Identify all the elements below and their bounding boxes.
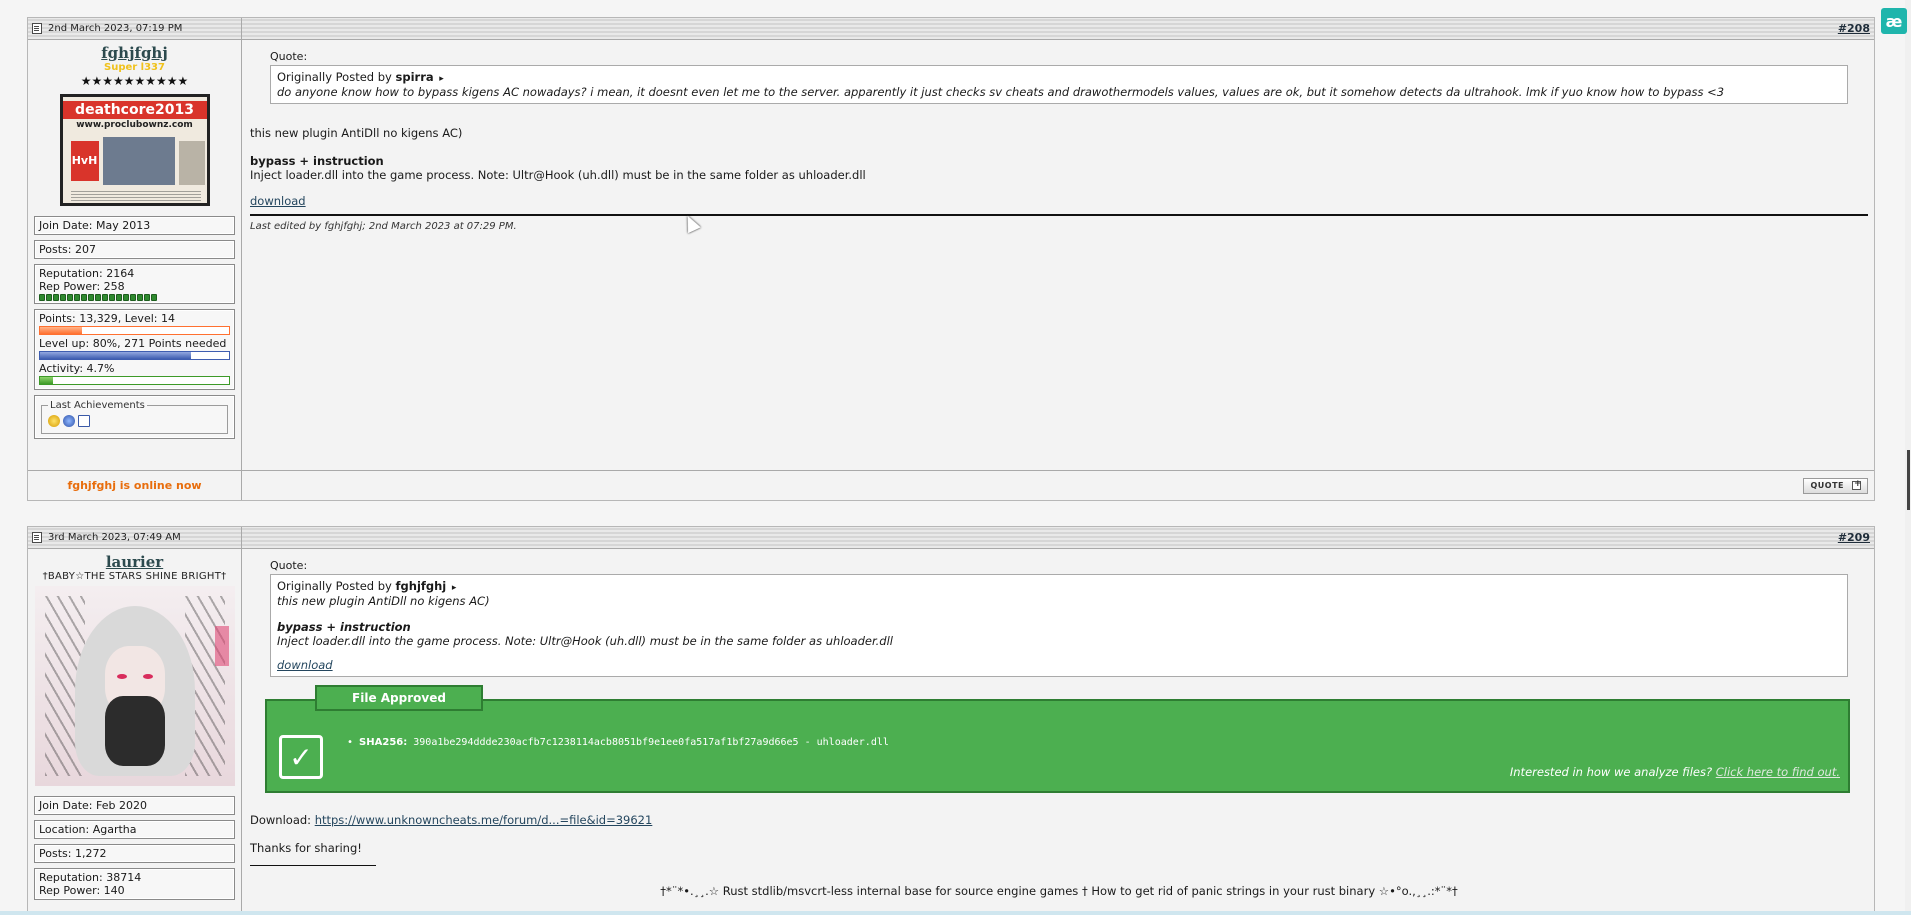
reputation-box: Reputation: 2164 Rep Power: 258 — [34, 264, 235, 304]
quote-box: Originally Posted by fghjfghj ▸ this new… — [270, 574, 1848, 677]
level-box: Points: 13,329, Level: 14 Level up: 80%,… — [34, 309, 235, 390]
quote-button[interactable]: QUOTE — [1803, 477, 1868, 494]
scrollbar-thumb[interactable] — [1907, 450, 1910, 510]
download-url-link[interactable]: https://www.unknowncheats.me/forum/d...=… — [315, 813, 653, 827]
post-date: 3rd March 2023, 07:49 AM — [48, 532, 181, 543]
post-header: 3rd March 2023, 07:49 AM #209 — [28, 527, 1874, 549]
avatar-band-text: deathcore2013 — [62, 101, 207, 119]
avatar-text-lines — [70, 189, 201, 201]
sha256-line: • SHA256: 390a1be294ddde230acfb7c1238114… — [347, 737, 889, 748]
download-prefix: Download: — [250, 813, 312, 827]
multiquote-icon[interactable] — [1852, 479, 1862, 490]
divider — [250, 214, 1868, 216]
activity-bar — [39, 376, 230, 385]
post-document-icon — [32, 532, 42, 543]
post-document-icon — [32, 23, 42, 34]
levelup-text: Level up: 80%, 271 Points needed — [39, 337, 227, 350]
reputation-gems-icon — [39, 294, 230, 301]
interested-text: Interested in how we analyze files? — [1509, 765, 1713, 779]
quote-label: Quote: — [270, 559, 308, 572]
sha256-value: 390a1be294ddde230acfb7c1238114acb8051bf9… — [413, 737, 889, 748]
quote-byline-prefix: Originally Posted by — [277, 579, 392, 593]
quote-label: Quote: — [270, 50, 308, 63]
quote-box: Originally Posted by spirra ▸ do anyone … — [270, 65, 1848, 104]
avatar-url-text: www.proclubownz.com — [76, 120, 193, 130]
rep-power: Rep Power: 140 — [39, 884, 125, 897]
quote-text: do anyone know how to bypass kigens AC n… — [277, 85, 1725, 99]
message-line: Inject loader.dll into the game process.… — [250, 168, 866, 182]
post-header: 2nd March 2023, 07:19 PM #208 — [28, 18, 1874, 40]
quote-download-link[interactable]: download — [277, 658, 333, 672]
quote-author: spirra — [395, 70, 434, 84]
points-bar — [39, 326, 230, 335]
message-line: this new plugin AntiDll no kigens AC) — [250, 126, 463, 140]
reputation-box: Reputation: 38714 Rep Power: 140 — [34, 868, 235, 900]
avatar-photo — [102, 137, 175, 185]
download-link[interactable]: download — [250, 194, 306, 208]
post-208: 2nd March 2023, 07:19 PM #208 fghjfghj S… — [27, 17, 1875, 501]
achievement-calendar-icon[interactable] — [78, 415, 90, 427]
signature: †*¨*•.¸¸.☆ Rust stdlib/msvcrt-less inter… — [660, 884, 1458, 898]
quote-bold: bypass + instruction — [277, 620, 411, 634]
file-approved-panel: File Approved ✓ • SHA256: 390a1be294ddde… — [265, 685, 1850, 793]
post-number-link[interactable]: #208 — [1838, 22, 1870, 35]
reputation-value: Reputation: 38714 — [39, 871, 142, 884]
quote-author: fghjfghj — [395, 579, 447, 593]
activity-text: Activity: 4.7% — [39, 362, 115, 375]
post-message: Quote: Originally Posted by fghjfghj ▸ t… — [242, 549, 1874, 915]
post-date: 2nd March 2023, 07:19 PM — [48, 23, 183, 34]
edit-note: Last edited by fghjfghj; 2nd March 2023 … — [250, 221, 517, 232]
online-status: fghjfghj is online now — [28, 471, 242, 500]
join-date: Join Date: Feb 2020 — [34, 796, 235, 815]
achievements-box: Last Achievements — [34, 395, 235, 439]
quote-line: Inject loader.dll into the game process.… — [277, 634, 893, 648]
post-number-link[interactable]: #209 — [1838, 531, 1870, 544]
user-title: Super l337 — [104, 62, 165, 73]
bottom-edge — [0, 911, 1911, 915]
avatar-hvh-text: HvH — [70, 141, 99, 181]
username-link[interactable]: laurier — [34, 553, 235, 571]
signature-divider — [250, 865, 376, 866]
message-bold: bypass + instruction — [250, 154, 384, 168]
post-count: Posts: 207 — [34, 240, 235, 259]
post-count: Posts: 1,272 — [34, 844, 235, 863]
user-avatar — [34, 586, 235, 786]
points-level: Points: 13,329, Level: 14 — [39, 312, 175, 325]
quote-line: this new plugin AntiDll no kigens AC) — [277, 594, 490, 608]
checkmark-icon: ✓ — [279, 735, 323, 779]
levelup-bar — [39, 351, 230, 360]
user-info-panel: laurier †BABY☆THE STARS SHINE BRIGHT† Jo… — [28, 549, 242, 915]
user-title: †BABY☆THE STARS SHINE BRIGHT† — [42, 571, 227, 582]
sha256-label: SHA256: — [359, 737, 408, 748]
post-footer: fghjfghj is online now QUOTE — [28, 470, 1874, 500]
rep-power: Rep Power: 258 — [39, 280, 125, 293]
quote-byline-prefix: Originally Posted by — [277, 70, 392, 84]
view-post-arrow-icon[interactable]: ▸ — [439, 74, 444, 84]
location: Location: Agartha — [34, 820, 235, 839]
rank-stars-icon: ★★★★★★★★★★ — [80, 74, 189, 88]
file-approved-title: File Approved — [315, 685, 483, 711]
avatar-photo-secondary — [178, 141, 205, 185]
achievements-label: Last Achievements — [50, 400, 145, 411]
reputation-value: Reputation: 2164 — [39, 267, 135, 280]
user-avatar: deathcore2013 www.proclubownz.com HvH — [59, 94, 210, 206]
username-link[interactable]: fghjfghj — [34, 44, 235, 62]
extension-badge-icon[interactable]: æ — [1881, 8, 1907, 34]
scrollbar[interactable] — [1905, 0, 1911, 915]
achievement-medal-icon[interactable] — [48, 415, 60, 427]
join-date: Join Date: May 2013 — [34, 216, 235, 235]
view-post-arrow-icon[interactable]: ▸ — [452, 583, 457, 593]
achievement-globe-icon[interactable] — [63, 415, 75, 427]
user-info-panel: fghjfghj Super l337 ★★★★★★★★★★ deathcore… — [28, 40, 242, 470]
post-message: Quote: Originally Posted by spirra ▸ do … — [242, 40, 1874, 470]
post-209: 3rd March 2023, 07:49 AM #209 laurier †B… — [27, 526, 1875, 915]
find-out-link[interactable]: Click here to find out. — [1716, 765, 1840, 779]
thanks-text: Thanks for sharing! — [250, 841, 362, 855]
